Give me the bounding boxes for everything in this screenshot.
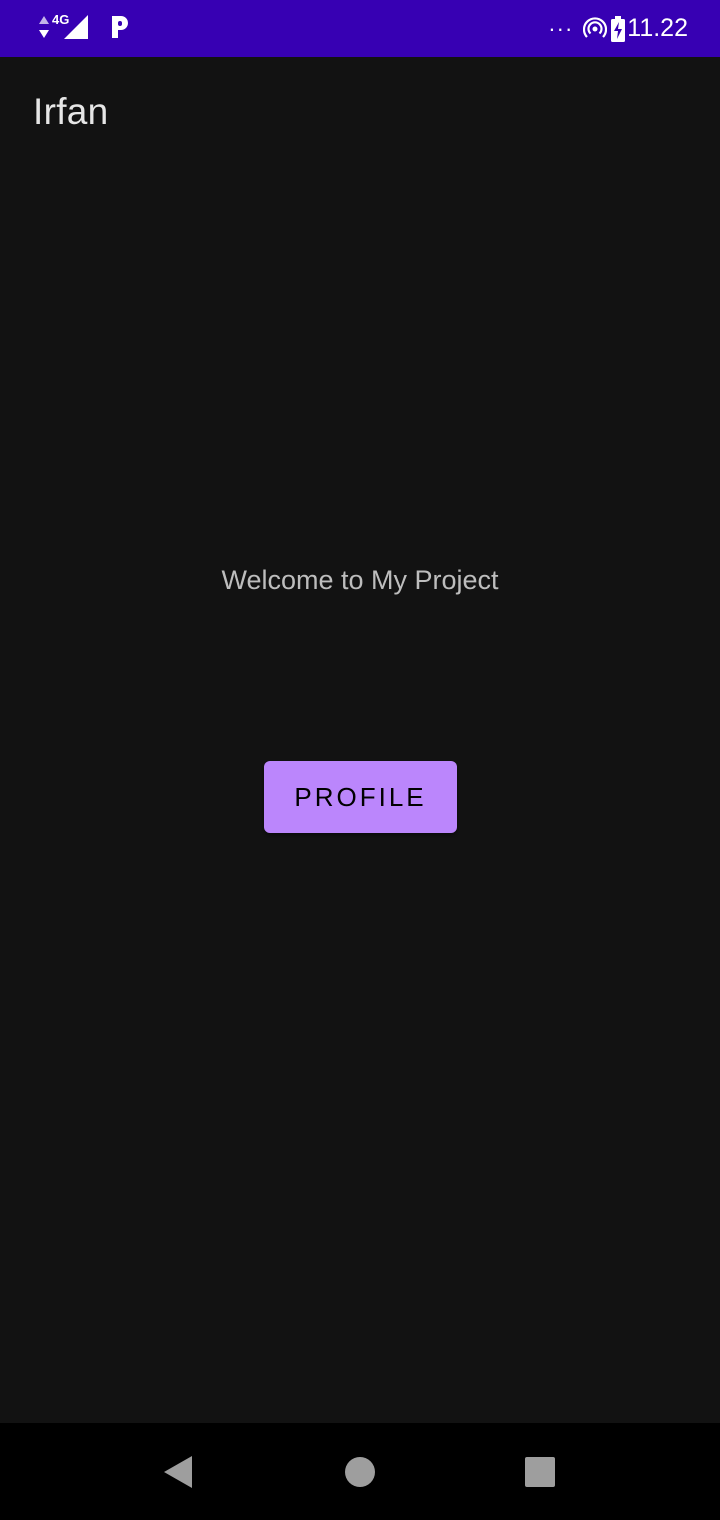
status-right: ··· 11.22 bbox=[548, 0, 688, 57]
nav-recents-button[interactable] bbox=[480, 1423, 600, 1520]
recents-icon bbox=[525, 1456, 555, 1487]
status-left: 4G bbox=[38, 11, 131, 40]
navigation-bar bbox=[0, 1423, 720, 1520]
main-content: Welcome to My Project PROFILE bbox=[0, 169, 720, 1423]
back-icon bbox=[164, 1455, 192, 1488]
welcome-text: Welcome to My Project bbox=[221, 565, 499, 595]
parking-app-icon bbox=[112, 16, 129, 38]
more-notifications-icon: ··· bbox=[548, 15, 574, 41]
status-bar: 4G ··· 11.22 bbox=[0, 0, 720, 57]
data-arrows-icon bbox=[39, 16, 49, 38]
nav-home-button[interactable] bbox=[300, 1423, 420, 1520]
hotspot-icon bbox=[583, 16, 608, 38]
home-icon bbox=[345, 1456, 375, 1487]
app-bar: Irfan bbox=[0, 57, 720, 169]
app-title: Irfan bbox=[33, 91, 109, 132]
network-type-label: 4G bbox=[52, 11, 70, 27]
nav-back-button[interactable] bbox=[118, 1423, 238, 1520]
profile-button[interactable]: PROFILE bbox=[264, 761, 457, 833]
status-time: 11.22 bbox=[627, 14, 688, 42]
battery-charging-icon bbox=[611, 15, 626, 42]
